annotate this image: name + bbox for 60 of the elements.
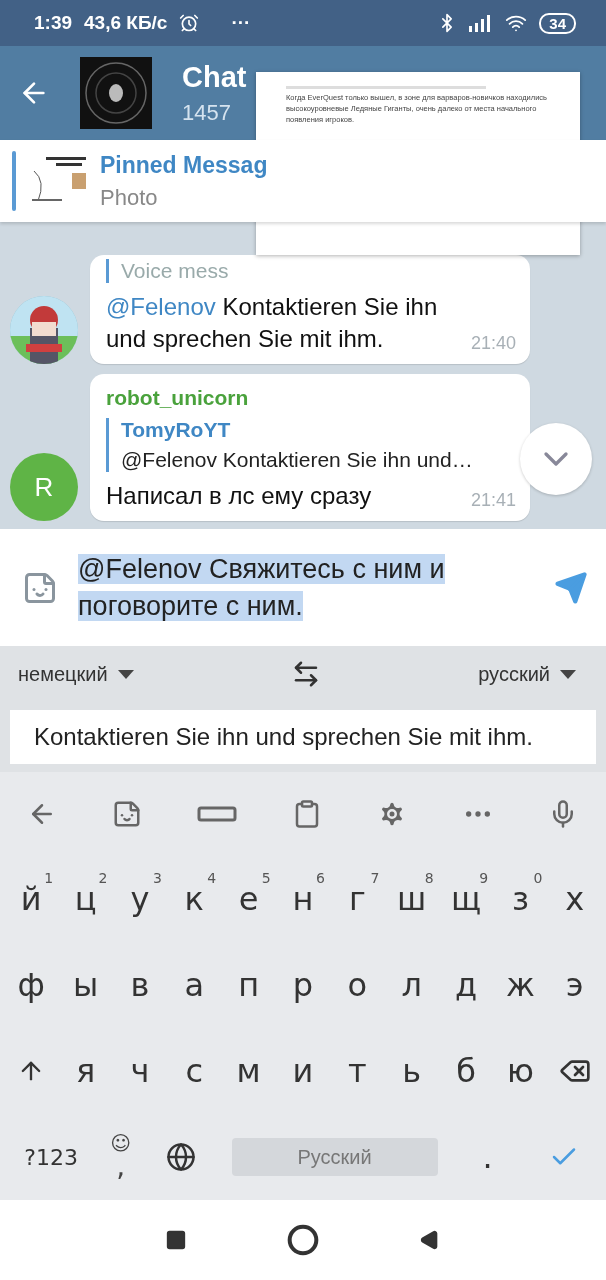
key[interactable]: о: [331, 950, 384, 1020]
key-hint: 3: [152, 870, 162, 886]
key[interactable]: х: [548, 864, 601, 934]
message-time: 21:41: [470, 490, 516, 511]
key[interactable]: ь: [385, 1036, 438, 1106]
chat-title: Chat: [182, 60, 247, 94]
key[interactable]: л: [385, 950, 438, 1020]
battery-icon: 34: [539, 12, 576, 34]
key[interactable]: и: [276, 1036, 329, 1106]
key-hint: 4: [207, 870, 217, 886]
sticker-icon[interactable]: [112, 799, 143, 829]
message-time: 21:40: [470, 332, 516, 354]
key-hint: 7: [370, 870, 380, 886]
alarm-icon: [179, 13, 200, 33]
key[interactable]: а: [168, 950, 221, 1020]
emoji-key[interactable]: ☺ ,: [110, 1133, 132, 1181]
key[interactable]: в: [113, 950, 166, 1020]
translate-field[interactable]: Kontaktieren Sie ihn und sprechen Sie mit ihm.: [10, 710, 596, 764]
key[interactable]: д: [440, 950, 493, 1020]
key[interactable]: э: [548, 950, 601, 1020]
key-hint: 6: [316, 870, 325, 886]
key[interactable]: ю: [494, 1036, 547, 1106]
pinned-title: Pinned Messag: [100, 151, 268, 179]
member-count: 1457: [182, 99, 232, 126]
target-language[interactable]: русский: [478, 662, 576, 686]
reply-preview: @Felenov Kontaktieren Sie ihn und…: [121, 447, 474, 472]
globe-icon: [166, 1142, 197, 1172]
symbols-key[interactable]: ?123: [16, 1122, 87, 1192]
key-hint: 9: [479, 870, 489, 886]
send-button[interactable]: [554, 570, 588, 605]
key[interactable]: с: [168, 1036, 221, 1106]
recents-button[interactable]: [165, 1229, 187, 1251]
key[interactable]: т: [331, 1036, 384, 1106]
key[interactable]: .: [461, 1122, 514, 1192]
source-language[interactable]: немецкий: [18, 662, 134, 686]
key[interactable]: м: [222, 1036, 275, 1106]
pinned-subtitle: Photo: [100, 184, 159, 211]
key-hint: 2: [98, 870, 108, 886]
key[interactable]: ч: [113, 1036, 166, 1106]
network-speed: 43,6 КБ/с: [84, 12, 168, 34]
home-button[interactable]: [287, 1224, 319, 1256]
reply-author: TomyRoYT: [121, 417, 232, 442]
key[interactable]: ы: [59, 950, 112, 1020]
key-hint: 5: [261, 870, 271, 886]
key[interactable]: я: [59, 1036, 112, 1106]
key[interactable]: п: [222, 950, 275, 1020]
key[interactable]: ж: [494, 950, 547, 1020]
key[interactable]: р: [276, 950, 329, 1020]
message-text: Написал в лс ему сразу: [106, 480, 372, 511]
reply-preview: Voice mess: [121, 259, 230, 284]
clock: 1:39: [34, 12, 73, 34]
key-hint: 0: [533, 870, 543, 886]
key[interactable]: б: [440, 1036, 493, 1106]
message-text: @Felenov Kontaktieren Sie ihn und sprechen Sie mit ihm.: [106, 292, 439, 354]
key[interactable]: ф: [5, 950, 58, 1020]
avatar: R: [10, 453, 78, 521]
key-hint: 8: [424, 870, 434, 886]
key-hint: 1: [44, 870, 54, 886]
more-indicator: ···: [231, 12, 251, 34]
sender-name: robot_unicorn: [106, 385, 250, 410]
